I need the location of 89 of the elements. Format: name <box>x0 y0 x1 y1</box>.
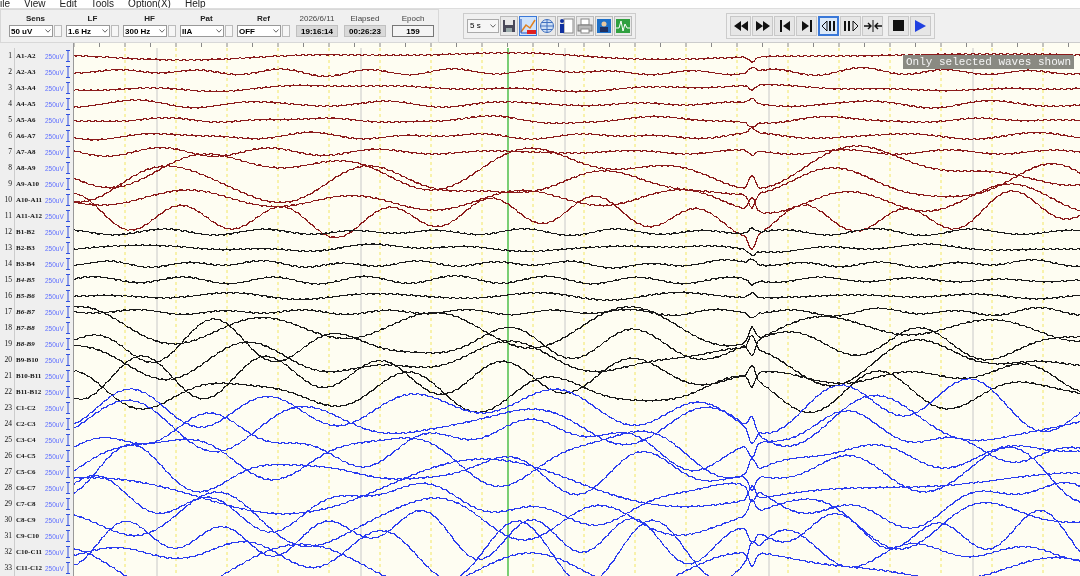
stop-icon <box>893 20 904 31</box>
scale-bar-icon <box>65 322 70 334</box>
readout-label: Epoch <box>401 14 425 23</box>
image-icon <box>596 17 612 34</box>
scale-bar-icon <box>65 450 70 462</box>
field-label: HF <box>144 14 155 23</box>
field-label: LF <box>87 14 98 23</box>
scale-bar-icon <box>65 290 70 302</box>
dropdown-caret-icon <box>273 29 279 33</box>
person-document-icon <box>558 17 574 34</box>
chart-on-icon <box>520 17 536 34</box>
scale-bar-icon <box>65 274 70 286</box>
dropdown[interactable]: 1.6 Hz <box>66 25 110 37</box>
scale-bar-icon <box>65 370 70 382</box>
scale-bar-icon <box>65 50 70 62</box>
step-forward-icon <box>842 19 859 32</box>
scale-bar-icon <box>65 226 70 238</box>
readout-value: 159 <box>392 25 434 37</box>
page-length-dropdown[interactable]: 5 s <box>467 18 499 33</box>
skip-to-end-icon <box>801 19 812 32</box>
dropdown-caret-icon <box>490 23 496 28</box>
step-back-icon <box>820 19 837 32</box>
menu-item[interactable]: ile <box>0 0 10 8</box>
scale-bar-icon <box>65 402 70 414</box>
dropdown-caret-icon <box>102 29 108 33</box>
fast-forward-icon <box>755 20 770 31</box>
scale-bar-icon <box>65 98 70 110</box>
scale-bar-icon <box>65 338 70 350</box>
scale-bar-icon <box>65 210 70 222</box>
readout-label: Elapsed <box>350 14 380 23</box>
dropdown[interactable]: OFF <box>237 25 281 37</box>
scale-bar-icon <box>65 498 70 510</box>
scale-bar-icon <box>65 242 70 254</box>
scale-bar-icon <box>65 258 70 270</box>
scale-bar-icon <box>65 562 70 574</box>
playback-button[interactable] <box>818 15 839 36</box>
scale-bar-icon <box>65 466 70 478</box>
scale-bar-icon <box>65 82 70 94</box>
scale-bar-icon <box>65 162 70 174</box>
menu-item[interactable]: View <box>24 0 46 8</box>
readout-value: 19:16:14 <box>296 25 338 37</box>
scale-bar-icon <box>65 178 70 190</box>
toolbar-button[interactable] <box>500 15 518 36</box>
scale-bar-icon <box>65 386 70 398</box>
field-label: Pat <box>200 14 213 23</box>
playback-button[interactable] <box>862 15 883 36</box>
scale-bar-icon <box>65 434 70 446</box>
scale-bar-icon <box>65 482 70 494</box>
globe-icon <box>539 17 555 34</box>
scale-bar-icon <box>65 66 70 78</box>
dropdown[interactable]: IIA <box>180 25 224 37</box>
menu-item[interactable]: Edit <box>59 0 77 8</box>
readout-label: 2026/6/11 <box>299 14 335 23</box>
toolbar-button[interactable] <box>557 15 575 36</box>
playback-button[interactable] <box>796 15 817 36</box>
scale-bar-icon <box>65 306 70 318</box>
playback-button[interactable] <box>730 15 751 36</box>
scale-bar-icon <box>65 194 70 206</box>
rewind-icon <box>733 20 748 31</box>
playback-button[interactable] <box>910 15 931 36</box>
scale-bar-icon <box>65 530 70 542</box>
playback-button[interactable] <box>752 15 773 36</box>
status-message: Only selected waves shown <box>902 55 1074 69</box>
scale-bar-icon <box>65 514 70 526</box>
play-icon <box>915 19 926 32</box>
printer-icon <box>577 17 593 34</box>
playback-button[interactable] <box>888 15 909 36</box>
collapse-arrows-icon <box>863 19 882 32</box>
cursor-line[interactable] <box>507 47 509 576</box>
skip-to-start-icon <box>779 19 790 32</box>
scale-bar-icon <box>65 418 70 430</box>
menu-item[interactable]: Tools <box>90 0 115 8</box>
scale-bar-icon <box>65 130 70 142</box>
scale-bar-icon <box>65 146 70 158</box>
scale-bar-icon <box>65 114 70 126</box>
scale-bar-icon <box>65 354 70 366</box>
dropdown-caret-icon <box>216 29 222 33</box>
toolbar-button[interactable] <box>595 15 613 36</box>
dropdown-caret-icon <box>45 29 51 33</box>
field-label: Ref <box>257 14 270 23</box>
dropdown-caret-icon <box>159 29 165 33</box>
playback-button[interactable] <box>840 15 861 36</box>
readout-value: 00:26:23 <box>344 25 386 37</box>
dropdown[interactable]: 50 uV <box>9 25 53 37</box>
scale-bar-icon <box>65 546 70 558</box>
playback-button[interactable] <box>774 15 795 36</box>
field-label: Sens <box>25 14 46 23</box>
waveform-chart-icon <box>615 17 631 34</box>
dropdown[interactable]: 300 Hz <box>123 25 167 37</box>
